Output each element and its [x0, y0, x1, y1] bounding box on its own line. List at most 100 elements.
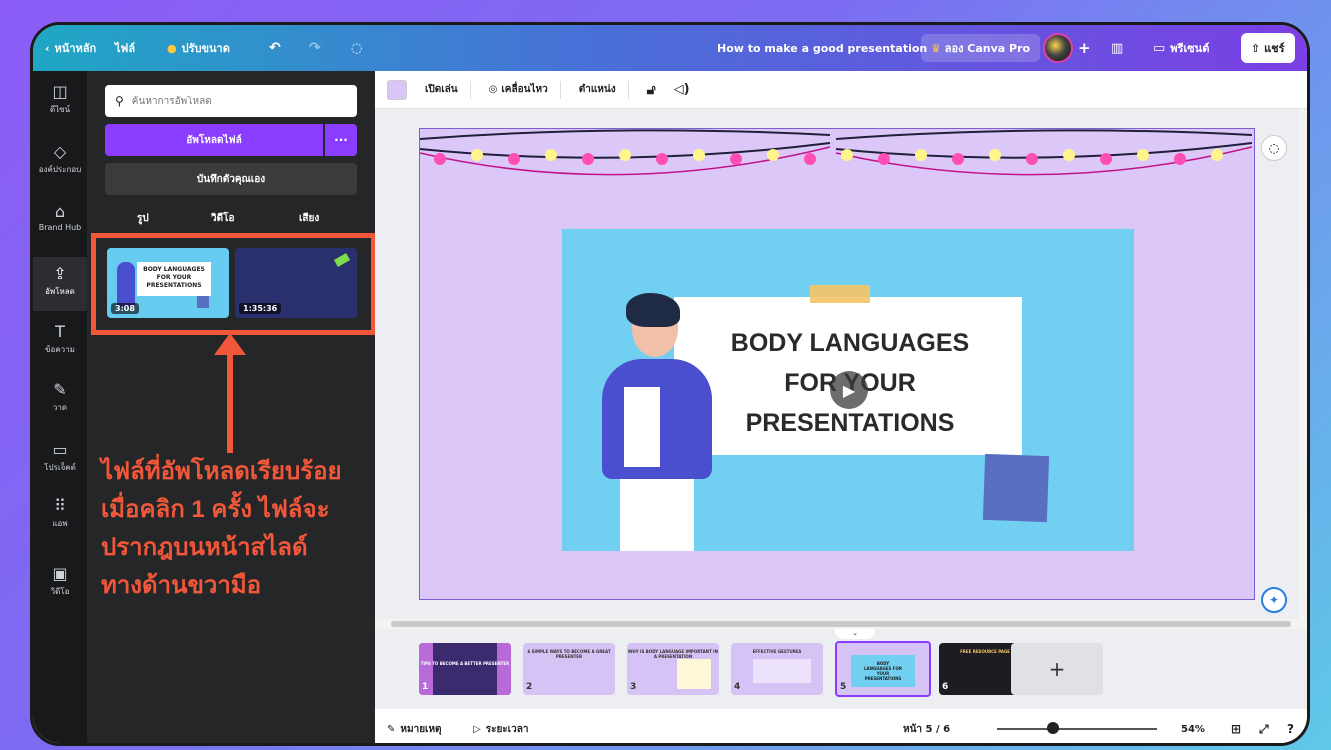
grid-view-button[interactable]: ⊞ — [1231, 722, 1241, 736]
person-paper — [624, 387, 660, 467]
notes-button[interactable]: ✎ หมายเหตุ — [387, 722, 442, 737]
page-thumbnail-1[interactable]: TIPS TO BECOME A BETTER PRESENTER 1 — [419, 643, 511, 695]
rail-label: วิดีโอ — [50, 587, 70, 596]
grid-icon: ⊞ — [1231, 722, 1242, 736]
scrollbar-thumb[interactable] — [391, 621, 1291, 627]
rail-item-videos[interactable]: ▣ วิดีโอ — [33, 565, 87, 598]
chevron-left-icon: ‹ — [45, 41, 50, 55]
rail-item-projects[interactable]: ▭ โปรเจ็คต์ — [33, 441, 87, 474]
search-box[interactable]: ⚲ — [105, 85, 357, 117]
resize-label: ปรับขนาด — [181, 42, 230, 55]
light-bulb — [434, 153, 446, 165]
annotation-text: ไฟล์ที่อัพโหลดเรียบร้อย เมื่อคลิก 1 ครั้… — [101, 453, 371, 605]
tab-videos[interactable]: วิดีโอ — [211, 211, 235, 226]
video-element[interactable]: BODY LANGUAGES FOR YOUR PRESENTATIONS ▶ — [562, 229, 1134, 551]
page-thumbnail-2[interactable]: 6 SIMPLE WAYS TO BECOME A GREAT PRESENTE… — [523, 643, 615, 695]
insights-button[interactable]: ▥ — [1111, 25, 1123, 71]
light-bulb — [1211, 149, 1223, 161]
page-thumbnail-3[interactable]: WHY IS BODY LANGUAGE IMPORTANT IN A PRES… — [627, 643, 719, 695]
search-input[interactable] — [131, 95, 332, 107]
divider — [559, 80, 561, 99]
position-button[interactable]: ตำแหน่ง — [579, 82, 616, 97]
rail-label: Brand Hub — [38, 223, 82, 232]
slide-canvas[interactable]: BODY LANGUAGES FOR YOUR PRESENTATIONS ▶ — [419, 128, 1255, 600]
comment-icon: ◌ — [1268, 141, 1280, 155]
fullscreen-button[interactable]: ⤢ — [1259, 722, 1269, 737]
more-options-button[interactable]: ··· — [325, 124, 357, 156]
rail-item-text[interactable]: T ข้อความ — [33, 323, 87, 356]
undo-button[interactable]: ↶ — [269, 25, 281, 71]
light-bulb — [841, 149, 853, 161]
document-title[interactable]: How to make a good presentation — [717, 25, 927, 71]
file-menu[interactable]: ไฟล์ — [115, 25, 135, 71]
zoom-slider-track[interactable] — [997, 728, 1157, 730]
tab-audio[interactable]: เสียง — [299, 211, 319, 226]
account-avatar[interactable]: + — [1043, 25, 1091, 71]
string-lights — [420, 129, 1253, 176]
upload-files-button[interactable]: อัพโหลดไฟล์ — [105, 124, 323, 156]
bar-chart-icon: ▥ — [1111, 40, 1124, 56]
page-thumbnail-4[interactable]: EFFECTIVE GESTURES 4 — [731, 643, 823, 695]
rail-label: ข้อความ — [45, 345, 75, 354]
light-bulb — [730, 153, 742, 165]
page-title: WHY IS BODY LANGUAGE IMPORTANT IN A PRES… — [627, 649, 718, 659]
rail-item-draw[interactable]: ✎ วาด — [33, 381, 87, 414]
redo-icon: ↷ — [309, 40, 321, 56]
volume-button[interactable]: ◁) — [674, 82, 690, 97]
resize-button[interactable]: ● ปรับขนาด — [167, 25, 230, 71]
divider — [469, 80, 471, 99]
light-bulb — [915, 149, 927, 161]
record-yourself-button[interactable]: บันทึกตัวคุณเอง — [105, 163, 357, 195]
play-video-button[interactable]: ▶ — [830, 371, 868, 409]
layout-icon: ◫ — [52, 82, 68, 101]
zoom-level[interactable]: 54% — [1181, 724, 1205, 735]
home-button[interactable]: ‹ หน้าหลัก — [45, 25, 96, 71]
present-button[interactable]: ▭ พรีเซนต์ — [1153, 25, 1209, 71]
app-window: ‹ หน้าหลัก ไฟล์ ● ปรับขนาด ↶ ↷ ◌ How to … — [30, 22, 1310, 746]
lock-button[interactable]: 🔓︎ — [647, 82, 656, 98]
rail-item-uploads[interactable]: ⇪ อัพโหลด — [33, 257, 87, 311]
annotation-line: ทางด้านขวามือ — [101, 572, 262, 599]
page-thumbnail-5-selected[interactable]: BODY LANGUAGES FOR YOUR PRESENTATIONS 5 — [835, 641, 931, 697]
collapse-filmstrip-button[interactable]: ⌄ — [835, 629, 875, 639]
sticky-note — [982, 453, 1050, 523]
home-label: หน้าหลัก — [54, 42, 97, 55]
vertical-scrollbar[interactable] — [1299, 109, 1307, 619]
expand-icon: ⤢ — [1259, 721, 1269, 736]
horizontal-scrollbar[interactable] — [375, 619, 1307, 629]
notes-icon: ✎ — [387, 723, 396, 735]
rail-item-elements[interactable]: ◇ องค์ประกอบ — [33, 143, 87, 176]
add-page-button[interactable]: + — [1011, 643, 1103, 695]
video-title-line: BODY LANGUAGES — [730, 329, 970, 357]
light-bulb — [619, 149, 631, 161]
timer-button[interactable]: ▷ ระยะเวลา — [473, 722, 528, 737]
background-color-swatch[interactable] — [387, 79, 407, 100]
share-button[interactable]: ⇧ แชร์ — [1241, 33, 1295, 63]
magic-assistant-button[interactable]: ✦ — [1261, 587, 1287, 613]
zoom-slider-handle[interactable] — [1047, 722, 1059, 734]
draw-icon: ✎ — [53, 380, 67, 399]
page-title: EFFECTIVE GESTURES — [752, 649, 802, 654]
light-bulb — [878, 153, 890, 165]
zoom-value: 54% — [1181, 723, 1205, 735]
rail-item-apps[interactable]: ⠿ แอพ — [33, 497, 87, 530]
animate-label: เคลื่อนไหว — [501, 84, 548, 95]
add-comment-button[interactable]: ◌ — [1261, 135, 1287, 161]
rail-item-design[interactable]: ◫ ดีไซน์ — [33, 83, 87, 116]
redo-button[interactable]: ↷ — [309, 25, 321, 71]
highlight-box — [91, 233, 376, 335]
page-indicator[interactable]: หน้า 5 / 6 — [903, 722, 950, 737]
present-icon: ▭ — [1153, 40, 1166, 56]
light-bulb — [508, 153, 520, 165]
play-button[interactable]: เปิดเล่น — [425, 82, 458, 97]
rail-item-brand-hub[interactable]: ⌂ Brand Hub — [33, 203, 87, 233]
page-title: 6 SIMPLE WAYS TO BECOME A GREAT PRESENTE… — [527, 649, 611, 659]
tab-images[interactable]: รูป — [137, 211, 149, 226]
rail-label: โปรเจ็คต์ — [44, 463, 76, 472]
annotation-line: เมื่อคลิก 1 ครั้ง ไฟล์จะ — [101, 496, 330, 523]
speaker-icon: ◁) — [673, 82, 690, 97]
light-bulb — [693, 149, 705, 161]
try-pro-button[interactable]: ♛ ลอง Canva Pro — [921, 34, 1041, 62]
help-button[interactable]: ? — [1287, 722, 1294, 736]
animate-button[interactable]: ◎ เคลื่อนไหว — [489, 82, 548, 97]
